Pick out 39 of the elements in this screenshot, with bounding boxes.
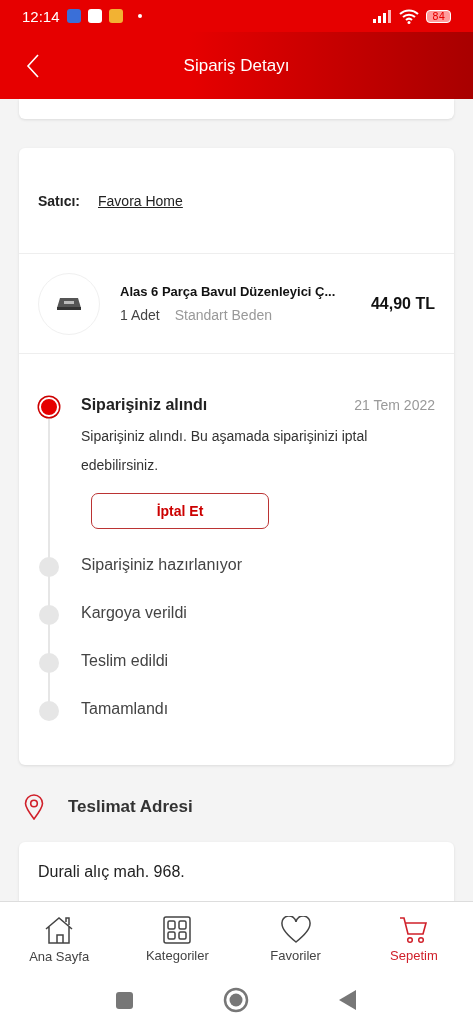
step-description: Siparişiniz alındı. Bu aşamada siparişinizi iptal edebilirsiniz. [81, 427, 369, 475]
cancel-button[interactable]: İptal Et [91, 493, 269, 529]
step-title: Teslim edildi [81, 652, 169, 670]
heart-icon [280, 915, 311, 944]
product-size: Standart Beden [174, 307, 272, 323]
product-name[interactable]: Alas 6 Parça Bavul Düzenleyici Ç... [120, 284, 351, 299]
section-heading: Teslimat Adresi [68, 797, 193, 817]
seller-label: Satıcı: [38, 192, 80, 209]
message-icon [66, 9, 81, 23]
cart-icon [398, 915, 429, 944]
status-time: 12:14 [22, 7, 60, 25]
step-title: Kargoya verildi [81, 604, 187, 622]
step-title: Tamamlandı [81, 700, 169, 718]
step-title: Siparişiniz alındı [81, 396, 208, 414]
step-date: 21 Tem 2022 [354, 397, 435, 413]
signal-icon [372, 9, 393, 23]
wifi-icon [399, 8, 420, 24]
organizer-icon [56, 296, 82, 311]
nav-tab[interactable]: Ana Sayfa [0, 902, 119, 976]
app-icon [87, 9, 102, 23]
product-quantity: 1 Adet [120, 307, 160, 323]
nav-tab[interactable]: Favoriler [236, 902, 355, 976]
product-price: 44,90 TL [370, 294, 435, 313]
back-nav-icon[interactable] [339, 990, 357, 1010]
page-title: Sipariş Detayı [183, 55, 290, 76]
battery-indicator: 84 [426, 9, 451, 23]
nav-tab[interactable]: Sepetim [354, 902, 473, 976]
categories-icon [163, 915, 192, 944]
step-title: Siparişiniz hazırlanıyor [81, 556, 242, 574]
home-button-icon[interactable] [223, 987, 249, 1013]
notification-dot-icon [137, 14, 142, 18]
address-line: Durali alıç mah. 968. [38, 863, 185, 880]
gallery-icon [108, 9, 123, 23]
location-pin-icon [24, 794, 44, 820]
home-icon [44, 914, 75, 945]
nav-tab[interactable]: Kategoriler [118, 902, 237, 976]
recents-icon[interactable] [116, 991, 133, 1009]
seller-link[interactable]: Favora Home [98, 192, 183, 209]
back-icon[interactable] [26, 53, 40, 78]
